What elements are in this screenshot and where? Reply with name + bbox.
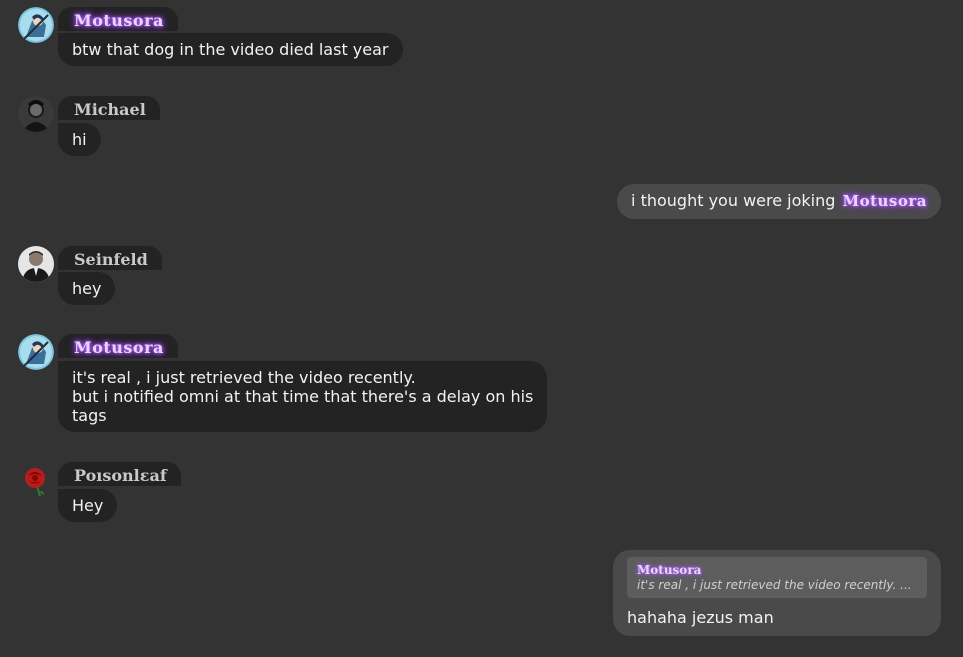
message-text: i thought you were joking [631,191,836,210]
message-bubble: btw that dog in the video died last year [58,33,403,66]
avatar[interactable] [18,246,54,282]
message-text-line: tags [72,406,107,425]
author-name[interactable]: Michael [58,96,160,120]
anime-character-avatar-icon [18,7,54,43]
reply-author: Motusora [637,563,702,577]
message-bubble: it's real , i just retrieved the video r… [58,361,548,432]
avatar[interactable] [18,334,54,370]
mention[interactable]: Motusora [842,192,927,210]
avatar[interactable] [18,96,54,132]
message-bubble: hi [58,123,101,156]
message-bubble: hey [58,272,116,305]
dark-portrait-avatar-icon [18,96,54,132]
avatar[interactable] [18,462,54,498]
message-text: Hey [72,496,104,515]
message-text: hey [72,279,102,298]
own-message-bubble: Motusora it's real , i just retrieved th… [613,550,941,636]
message-bubble: Hey [58,489,118,522]
message-text: hahaha jezus man [627,608,774,627]
message-text: hi [72,130,87,149]
message-text-line: but i notified omni at that time that th… [72,387,534,406]
avatar[interactable] [18,7,54,43]
author-name[interactable]: Seinfeld [58,246,162,270]
red-rose-avatar-icon [25,468,45,497]
author-name[interactable]: Motusora [58,334,178,358]
message-text-line: it's real , i just retrieved the video r… [72,368,416,387]
author-name[interactable]: Motusora [58,7,178,31]
man-in-suit-avatar-icon [18,246,54,282]
reply-text: it's real , i just retrieved the video r… [637,578,912,592]
author-name[interactable]: Poısonlɛaf [58,462,181,486]
reply-quote[interactable]: Motusora it's real , i just retrieved th… [627,557,927,598]
own-message-bubble: i thought you were joking Motusora [617,184,941,219]
anime-character-avatar-icon [18,334,54,370]
message-text: btw that dog in the video died last year [72,40,389,59]
